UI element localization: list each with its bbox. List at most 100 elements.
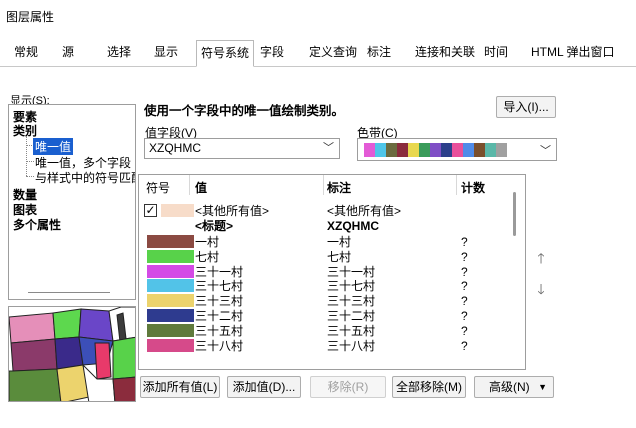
ramp-color-0	[364, 143, 375, 157]
symbol-swatch[interactable]	[147, 338, 194, 352]
categories-table[interactable]: 符号 值 标注 计数 ✓ <其他所有值> <其他所有值> <标题> XZQHMC…	[138, 174, 526, 370]
tab-definition-query[interactable]: 定义查询	[305, 40, 361, 66]
show-other-values-checkbox[interactable]: ✓	[144, 204, 157, 217]
table-row[interactable]: 三十一村 三十一村?	[139, 264, 511, 280]
ramp-color-1	[375, 143, 386, 157]
column-header-symbol[interactable]: 符号	[146, 179, 170, 196]
table-row[interactable]: 三十二村 三十二村?	[139, 308, 511, 324]
map-preview-image	[8, 306, 136, 402]
table-row-heading[interactable]: <标题> XZQHMC	[139, 218, 511, 234]
symbol-swatch[interactable]	[147, 235, 194, 248]
tab-display[interactable]: 显示	[150, 40, 182, 66]
value-field-dropdown[interactable]: XZQHMC ﹀	[144, 138, 340, 159]
tab-source[interactable]: 源	[58, 40, 78, 66]
table-row[interactable]: 七村 七村?	[139, 249, 511, 265]
column-divider	[456, 175, 457, 195]
advanced-label: 高级(N)	[489, 380, 530, 394]
count-cell: ?	[461, 323, 468, 338]
count-cell: ?	[461, 235, 468, 249]
ramp-color-12	[496, 143, 507, 157]
ramp-color-7	[441, 143, 452, 157]
table-scrollbar[interactable]	[511, 184, 518, 236]
tab-time[interactable]: 时间	[480, 40, 512, 66]
value-cell: 七村	[195, 249, 220, 264]
label-cell: 一村	[327, 235, 352, 249]
tree-item-match-to-symbols[interactable]: 与样式中的符号匹配	[35, 169, 135, 186]
tab-html-popup[interactable]: HTML 弹出窗口	[527, 40, 619, 66]
value-field-value: XZQHMC	[149, 141, 201, 155]
table-row[interactable]: 一村 一村?	[139, 234, 511, 250]
ramp-color-5	[419, 143, 430, 157]
tree-item-multiple-attributes[interactable]: 多个属性	[13, 216, 61, 233]
table-row[interactable]: 三十七村 三十七村?	[139, 278, 511, 294]
label-cell: XZQHMC	[327, 219, 379, 233]
tab-bar: 常规 源 选择 显示 符号系统 字段 定义查询 标注 连接和关联 时间 HTML…	[0, 40, 636, 67]
label-cell: <其他所有值>	[327, 204, 402, 218]
label-cell: 三十七村	[327, 279, 376, 294]
tab-divider	[0, 66, 636, 67]
count-cell: ?	[461, 279, 468, 294]
column-divider	[189, 175, 190, 195]
remove-all-button[interactable]: 全部移除(M)	[392, 376, 466, 398]
column-header-value[interactable]: 值	[195, 179, 207, 196]
color-ramp-dropdown[interactable]: ﹀	[357, 138, 557, 161]
window-title: 图层属性	[6, 10, 55, 24]
renderer-tree[interactable]: 要素 类别 唯一值 唯一值，多个字段 与样式中的符号匹配 数量 图表 多个属性	[8, 104, 136, 300]
tab-fields[interactable]: 字段	[256, 40, 288, 66]
move-down-arrow-icon[interactable]: 🡓	[533, 281, 549, 297]
ramp-color-9	[463, 143, 474, 157]
tree-connector	[26, 161, 34, 162]
ramp-color-3	[397, 143, 408, 157]
column-header-label[interactable]: 标注	[327, 179, 351, 196]
tree-item-categories[interactable]: 类别	[13, 122, 37, 139]
scrollbar-thumb[interactable]	[513, 192, 516, 236]
tab-labels[interactable]: 标注	[363, 40, 395, 66]
preview-divider	[28, 292, 110, 293]
table-row[interactable]: 三十五村 三十五村?	[139, 323, 511, 339]
ramp-color-11	[485, 143, 496, 157]
tab-selection[interactable]: 选择	[103, 40, 135, 66]
table-row[interactable]: 三十三村 三十三村?	[139, 293, 511, 309]
label-cell: 三十二村	[327, 309, 376, 323]
tab-symbology[interactable]: 符号系统	[196, 40, 255, 67]
value-cell: <标题>	[195, 219, 234, 233]
import-button[interactable]: 导入(I)...	[496, 96, 556, 118]
table-row[interactable]: 三十八村 三十八村?	[139, 338, 511, 354]
ramp-color-10	[474, 143, 485, 157]
advanced-button[interactable]: 高级(N) ▼	[474, 376, 554, 398]
column-header-count[interactable]: 计数	[461, 179, 485, 196]
column-divider	[323, 175, 324, 195]
value-cell: 三十三村	[195, 294, 244, 309]
dropdown-arrow-icon: ▼	[538, 382, 547, 392]
label-cell: 七村	[327, 249, 352, 264]
tab-general[interactable]: 常规	[10, 40, 42, 66]
label-cell: 三十三村	[327, 294, 376, 309]
value-cell: 三十七村	[195, 279, 244, 294]
tree-connector	[26, 136, 27, 176]
color-ramp-preview	[364, 143, 507, 157]
count-cell: ?	[461, 249, 468, 264]
symbol-swatch[interactable]	[147, 309, 194, 322]
remove-button[interactable]: 移除(R)	[310, 376, 386, 398]
count-cell: ?	[461, 338, 468, 353]
symbol-swatch[interactable]	[161, 204, 194, 217]
ramp-color-6	[430, 143, 441, 157]
tree-item-unique-values[interactable]: 唯一值	[33, 138, 74, 155]
label-cell: 三十五村	[327, 323, 376, 338]
count-cell: ?	[461, 264, 468, 279]
add-all-values-button[interactable]: 添加所有值(L)	[140, 376, 220, 398]
symbol-swatch[interactable]	[147, 264, 194, 278]
symbol-swatch[interactable]	[147, 279, 194, 293]
add-values-button[interactable]: 添加值(D)...	[227, 376, 301, 398]
symbol-swatch[interactable]	[147, 323, 194, 337]
ramp-color-2	[386, 143, 397, 157]
ramp-color-8	[452, 143, 463, 157]
table-row-other-values[interactable]: ✓ <其他所有值> <其他所有值>	[139, 203, 511, 219]
symbol-swatch[interactable]	[147, 294, 194, 308]
value-cell: 三十八村	[195, 338, 244, 353]
ramp-color-4	[408, 143, 419, 157]
move-up-arrow-icon[interactable]: 🡑	[533, 250, 549, 266]
tab-joins-relates[interactable]: 连接和关联	[411, 40, 479, 66]
tree-connector	[26, 176, 34, 177]
symbol-swatch[interactable]	[147, 249, 194, 263]
